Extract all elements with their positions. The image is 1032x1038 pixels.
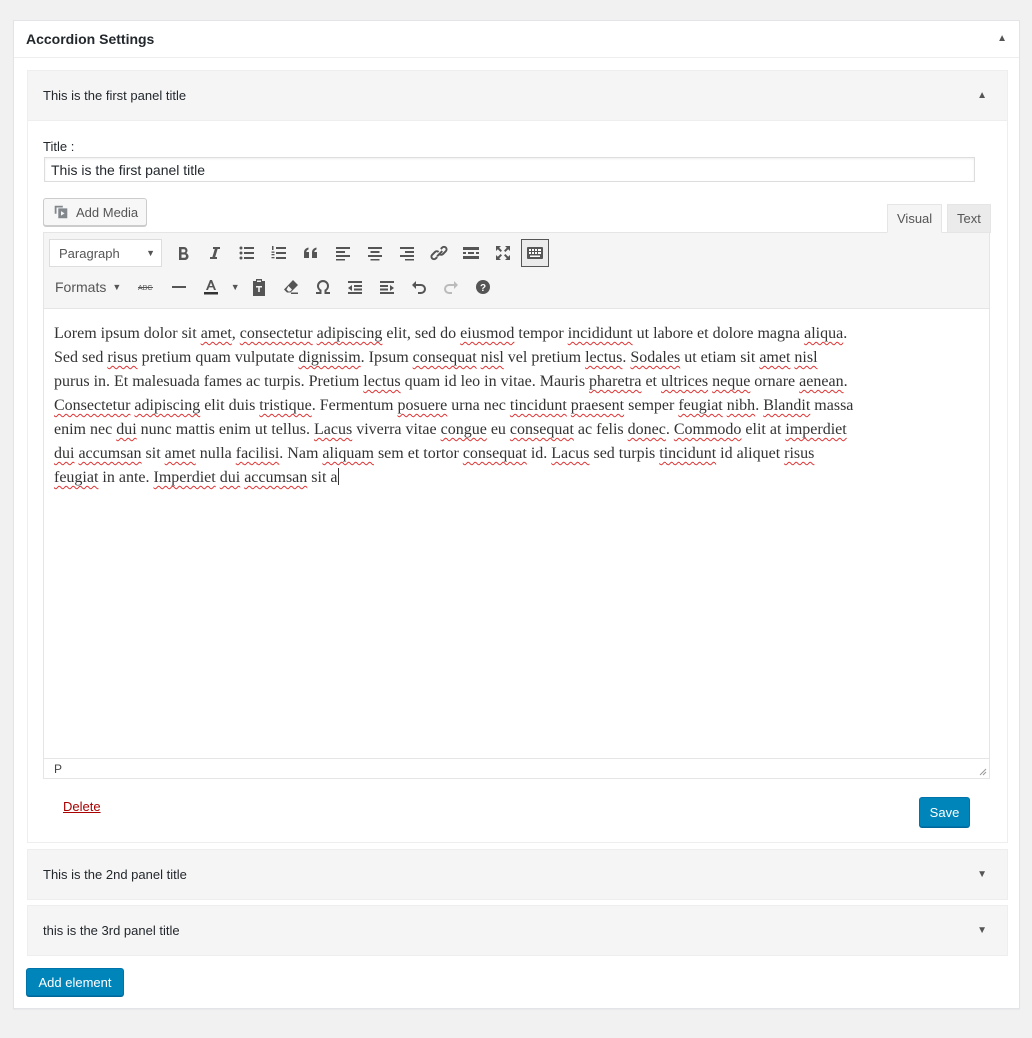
save-button[interactable]: Save [919, 797, 970, 827]
bullet-list-icon [239, 246, 254, 260]
indent-icon [380, 281, 395, 294]
svg-text:?: ? [480, 283, 486, 294]
align-center-button[interactable] [359, 238, 391, 268]
accordion-panel-1: This is the first panel title ▲ Title : … [27, 70, 1008, 843]
svg-text:ABC: ABC [138, 285, 152, 292]
fullscreen-icon [496, 246, 510, 260]
title-input[interactable] [44, 157, 975, 182]
bold-button[interactable] [167, 238, 199, 268]
accordion-settings-metabox: Accordion Settings ▲ This is the first p… [13, 20, 1020, 1009]
toolbar-row-1: Paragraph ▼ [49, 238, 549, 268]
resize-handle-icon[interactable] [977, 766, 987, 776]
panel-3-header[interactable]: this is the 3rd panel title ▼ [28, 906, 1007, 955]
link-icon [430, 245, 448, 261]
rich-text-editor: Paragraph ▼ Formats ▼ ABC ▼ ? Lorem ipsu… [43, 232, 990, 779]
editor-content-area[interactable]: Lorem ipsum dolor sit amet, consectetur … [54, 322, 854, 490]
text-cursor [337, 468, 339, 485]
panel-1-header[interactable]: This is the first panel title ▲ [28, 71, 1007, 120]
strikethrough-button[interactable]: ABC [131, 272, 163, 302]
triangle-up-icon[interactable]: ▲ [997, 34, 1007, 44]
numbered-list-icon [271, 246, 286, 259]
fullscreen-button[interactable] [487, 238, 519, 268]
align-center-icon [368, 247, 382, 261]
bold-icon [179, 247, 189, 261]
help-button[interactable]: ? [467, 272, 499, 302]
special-character-button[interactable] [307, 272, 339, 302]
panel-2-title: This is the 2nd panel title [43, 867, 187, 882]
toolbar-toggle-icon [527, 247, 543, 259]
triangle-down-icon[interactable]: ▼ [977, 869, 987, 880]
title-label: Title : [43, 139, 75, 154]
panel-2-header[interactable]: This is the 2nd panel title ▼ [28, 850, 1007, 899]
italic-button[interactable] [199, 238, 231, 268]
editor-statusbar: P [44, 758, 989, 778]
paragraph-format-select[interactable]: Paragraph ▼ [49, 239, 162, 267]
media-icon [54, 205, 68, 219]
add-media-label: Add Media [76, 204, 139, 220]
format-select-value: Paragraph [59, 245, 120, 261]
panel-1-title: This is the first panel title [43, 88, 187, 103]
chevron-down-icon: ▼ [112, 282, 122, 292]
outdent-icon [348, 281, 363, 294]
toolbar-row-2: Formats ▼ ABC ▼ ? [49, 272, 499, 302]
align-left-icon [336, 247, 350, 261]
text-color-button[interactable] [195, 272, 227, 302]
italic-icon [210, 247, 220, 259]
undo-button[interactable] [403, 272, 435, 302]
panel-1-body: Title : Add Media Visual Text Paragraph … [28, 120, 1007, 842]
align-right-icon [400, 247, 414, 261]
read-more-button[interactable] [455, 238, 487, 268]
read-more-icon [463, 247, 479, 259]
toolbar-toggle-button[interactable] [521, 239, 549, 267]
insert-link-button[interactable] [423, 238, 455, 268]
clear-formatting-icon [284, 280, 299, 294]
editor-content-text: Lorem ipsum dolor sit amet, consectetur … [54, 325, 854, 486]
chevron-down-icon: ▼ [146, 248, 155, 258]
clear-formatting-button[interactable] [275, 272, 307, 302]
add-element-button[interactable]: Add element [26, 968, 124, 996]
text-color-dropdown[interactable]: ▼ [227, 272, 243, 302]
strikethrough-icon: ABC [138, 285, 154, 292]
align-left-button[interactable] [327, 238, 359, 268]
blockquote-icon [304, 247, 317, 258]
formats-dropdown[interactable]: Formats ▼ [49, 272, 127, 302]
panel-3-title: this is the 3rd panel title [43, 923, 180, 938]
metabox-header: Accordion Settings ▲ [14, 21, 1019, 58]
text-color-icon [204, 280, 219, 295]
editor-toolbar: Paragraph ▼ Formats ▼ ABC ▼ ? [44, 233, 989, 309]
special-character-icon [316, 279, 331, 294]
undo-icon [412, 281, 427, 294]
blockquote-button[interactable] [295, 238, 327, 268]
outdent-button[interactable] [339, 272, 371, 302]
horizontal-line-icon [172, 286, 187, 288]
accordion-panel-2: This is the 2nd panel title ▼ [27, 849, 1008, 900]
paste-text-icon [253, 279, 266, 296]
delete-link[interactable]: Delete [63, 799, 101, 814]
indent-button[interactable] [371, 272, 403, 302]
align-right-button[interactable] [391, 238, 423, 268]
triangle-up-icon[interactable]: ▲ [977, 90, 987, 101]
metabox-title: Accordion Settings [26, 31, 155, 47]
element-path[interactable]: P [54, 762, 62, 776]
formats-label: Formats [55, 279, 107, 295]
chevron-down-icon: ▼ [230, 282, 240, 292]
tab-text[interactable]: Text [947, 204, 991, 233]
accordion-panel-3: this is the 3rd panel title ▼ [27, 905, 1008, 956]
help-icon: ? [476, 280, 491, 294]
redo-icon [444, 281, 459, 294]
paste-text-button[interactable] [243, 272, 275, 302]
horizontal-line-button[interactable] [163, 272, 195, 302]
numbered-list-button[interactable] [263, 238, 295, 268]
add-media-button[interactable]: Add Media [43, 198, 148, 226]
triangle-down-icon[interactable]: ▼ [977, 925, 987, 936]
tab-visual[interactable]: Visual [887, 204, 943, 233]
redo-button[interactable] [435, 272, 467, 302]
bullet-list-button[interactable] [231, 238, 263, 268]
